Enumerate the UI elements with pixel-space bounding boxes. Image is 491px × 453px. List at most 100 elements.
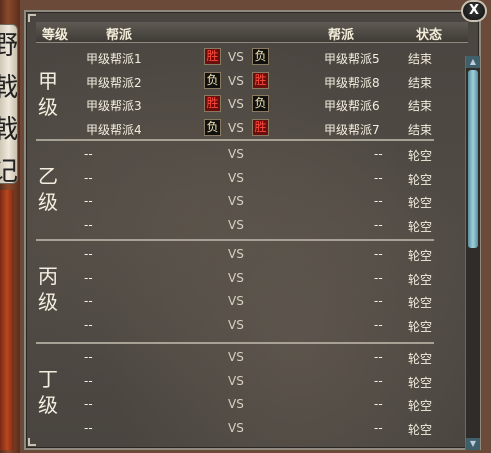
match-row[interactable]: -- VS -- 轮空 [36,346,468,369]
match-row[interactable]: -- VS -- 轮空 [36,370,468,393]
scroll-down-icon[interactable]: ▼ [466,438,480,450]
close-button[interactable]: X [461,0,487,22]
match-row[interactable]: -- VS -- 轮空 [36,214,468,237]
scroll-thumb[interactable] [468,70,478,248]
match-row[interactable]: -- VS -- 轮空 [36,267,468,290]
side-scroll-tab[interactable]: 野 戟 戟 记 [0,24,18,184]
match-status: 结束 [408,123,433,137]
left-guild-name: -- [84,318,93,332]
corner-ornament [28,14,36,22]
header-grade: 等级 [42,28,69,43]
vs-label: VS [228,397,244,411]
match-row[interactable]: -- VS -- 轮空 [36,190,468,213]
vs-label: VS [228,421,244,435]
vs-label: VS [228,294,244,308]
right-guild-name: -- [374,318,383,332]
win-badge: 胜 [252,119,269,136]
right-guild-name: -- [374,171,383,185]
right-guild-name: 甲级帮派6 [324,99,380,113]
match-row[interactable]: 甲级帮派1 胜 VS 负 甲级帮派5 结束 [36,46,468,69]
match-row[interactable]: 甲级帮派4 负 VS 胜 甲级帮派7 结束 [36,117,468,140]
loss-badge: 负 [204,119,221,136]
match-status: 轮空 [408,320,433,334]
scrollbar[interactable]: ▲ ▼ [465,56,480,450]
match-status: 轮空 [408,352,433,366]
group-divider [36,342,434,344]
match-status: 结束 [408,99,433,113]
match-status: 轮空 [408,423,433,437]
corner-ornament [28,438,36,446]
side-scroll-char: 野 [0,25,17,67]
match-status: 结束 [408,76,433,90]
match-status: 结束 [408,52,433,66]
left-guild-name: -- [84,374,93,388]
right-guild-name: -- [374,147,383,161]
group-divider [36,239,434,241]
loss-badge: 负 [252,95,269,112]
side-scroll-char: 戟 [0,67,17,109]
left-guild-name: 甲级帮派3 [86,99,142,113]
right-guild-name: -- [374,271,383,285]
tier-group: 丙级 -- VS -- 轮空 -- VS -- 轮空 -- VS -- 轮空 -- VS -- 轮空 [36,243,468,339]
side-rod [0,190,14,450]
match-status: 轮空 [408,273,433,287]
left-guild-name: -- [84,147,93,161]
left-guild-name: 甲级帮派1 [86,52,142,66]
right-guild-name: 甲级帮派8 [324,76,380,90]
match-status: 轮空 [408,196,433,210]
left-guild-name: -- [84,397,93,411]
match-row[interactable]: -- VS -- 轮空 [36,393,468,416]
vs-label: VS [228,247,244,261]
win-badge: 胜 [204,48,221,65]
tier-group: 丁级 -- VS -- 轮空 -- VS -- 轮空 -- VS -- 轮空 -- VS -- 轮空 [36,346,468,442]
left-guild-name: -- [84,421,93,435]
vs-label: VS [228,171,244,185]
left-guild-name: 甲级帮派2 [86,76,142,90]
match-status: 轮空 [408,149,433,163]
left-guild-name: -- [84,171,93,185]
tier-group: 甲级甲级帮派1 胜 VS 负甲级帮派5 结束 甲级帮派2 负 VS 胜甲级帮派8 结束 甲级帮派3 胜… [36,46,468,142]
header-status: 状态 [416,28,443,43]
group-divider [36,139,434,141]
vs-label: VS [228,218,244,232]
header-guild-right: 帮派 [328,28,355,43]
vs-label: VS [228,74,244,88]
right-guild-name: -- [374,397,383,411]
scroll-up-icon[interactable]: ▲ [466,56,480,68]
header-guild-left: 帮派 [106,28,133,43]
match-status: 轮空 [408,399,433,413]
match-row[interactable]: -- VS -- 轮空 [36,143,468,166]
vs-label: VS [228,97,244,111]
loss-badge: 负 [204,72,221,89]
match-row[interactable]: -- VS -- 轮空 [36,417,468,440]
left-guild-name: 甲级帮派4 [86,123,142,137]
win-badge: 胜 [252,72,269,89]
match-row[interactable]: 甲级帮派3 胜 VS 负 甲级帮派6 结束 [36,93,468,116]
match-row[interactable]: -- VS -- 轮空 [36,314,468,337]
match-row[interactable]: 甲级帮派2 负 VS 胜 甲级帮派8 结束 [36,70,468,93]
vs-label: VS [228,271,244,285]
right-guild-name: -- [374,421,383,435]
match-status: 轮空 [408,173,433,187]
guild-battle-panel: 等级 帮派 帮派 状态 甲级甲级帮派1 胜 VS 负甲级帮派5 结束 甲级帮派2 负 VS 胜甲… [24,10,481,450]
right-guild-name: 甲级帮派5 [324,52,380,66]
right-guild-name: -- [374,350,383,364]
vs-label: VS [228,318,244,332]
match-row[interactable]: -- VS -- 轮空 [36,290,468,313]
vs-label: VS [228,374,244,388]
side-scroll-char: 戟 [0,109,17,151]
match-row[interactable]: -- VS -- 轮空 [36,243,468,266]
match-status: 轮空 [408,376,433,390]
right-guild-name: -- [374,247,383,261]
vs-label: VS [228,350,244,364]
left-guild-name: -- [84,350,93,364]
vs-label: VS [228,121,244,135]
match-row[interactable]: -- VS -- 轮空 [36,167,468,190]
loss-badge: 负 [252,48,269,65]
match-status: 轮空 [408,296,433,310]
right-guild-name: -- [374,194,383,208]
right-guild-name: -- [374,294,383,308]
left-guild-name: -- [84,247,93,261]
table-header: 等级 帮派 帮派 状态 [36,22,468,43]
left-guild-name: -- [84,271,93,285]
